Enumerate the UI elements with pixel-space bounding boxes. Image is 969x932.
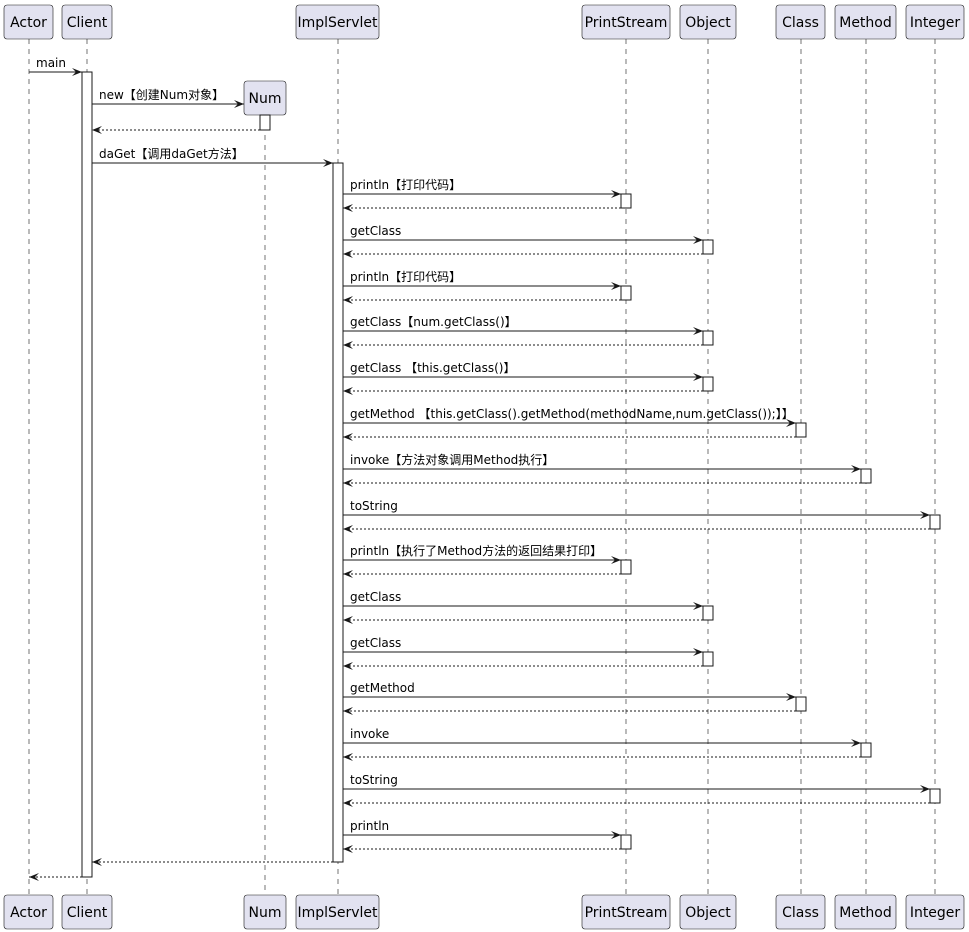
activation-bar — [860, 468, 872, 484]
activation-bar — [620, 559, 632, 575]
participant-label-bottom: Actor — [10, 905, 47, 921]
message-label: invoke【方法对象调用Method执行】 — [350, 452, 554, 467]
participant-label-bottom: Class — [782, 905, 819, 921]
arrow-head — [343, 525, 353, 533]
message-label: new【创建Num对象】 — [99, 88, 224, 102]
activation-bar — [332, 162, 344, 863]
activation-bar — [702, 605, 714, 621]
activation-bar — [702, 330, 714, 346]
arrow-head — [92, 126, 102, 134]
message-label: toString — [350, 773, 398, 787]
message-label: getMethod 【this.getClass().getMethod(met… — [350, 407, 794, 421]
message-label: println【打印代码】 — [350, 270, 461, 284]
participant-label-top: Object — [685, 15, 731, 31]
sequence-diagram: Actor Actor Client Client Num Num ImplServlet I… — [3, 4, 965, 930]
participant-label-bottom: Integer — [910, 905, 961, 921]
activation-bar — [795, 696, 807, 712]
participant-label-top: PrintStream — [585, 15, 668, 31]
activation-bar — [929, 514, 941, 530]
message-label: main — [36, 56, 66, 70]
message-label: getClass — [350, 590, 401, 604]
activation-bar — [702, 239, 714, 255]
message-label: daGet【调用daGet方法】 — [99, 146, 244, 161]
message-label: getClass 【this.getClass()】 — [350, 361, 515, 375]
message-label: getClass — [350, 224, 401, 238]
arrow-head — [343, 250, 353, 258]
participant-label-top: Actor — [10, 15, 47, 31]
participant-label-bottom: Client — [67, 905, 108, 921]
participant-label-top: Integer — [910, 15, 961, 31]
message-label: getClass — [350, 636, 401, 650]
arrow-head — [343, 799, 353, 807]
arrow-head — [343, 616, 353, 624]
message-label: toString — [350, 499, 398, 513]
message-label: println【打印代码】 — [350, 178, 461, 192]
participant-label-bottom: Method — [839, 905, 892, 921]
participant-label-bottom: Num — [249, 905, 282, 921]
participant-label-bottom: Object — [685, 905, 731, 921]
activation-bar — [81, 71, 93, 878]
message-label: println — [350, 819, 389, 833]
activation-bar — [620, 193, 632, 209]
message-label: println【执行了Method方法的返回结果打印】 — [350, 543, 602, 558]
activation-bar — [795, 422, 807, 438]
arrow-head — [343, 662, 353, 670]
activation-bar — [929, 788, 941, 804]
activation-bar — [620, 285, 632, 301]
participant-label-top: Client — [67, 15, 108, 31]
arrow-head — [343, 387, 353, 395]
message-label: getClass【num.getClass()】 — [350, 315, 517, 329]
participant-label-top: ImplServlet — [297, 15, 378, 31]
message-label: getMethod — [350, 681, 415, 695]
activation-bar — [702, 651, 714, 667]
participant-label-bottom: ImplServlet — [297, 905, 378, 921]
activation-bar — [702, 376, 714, 392]
arrow-head — [343, 341, 353, 349]
activation-bar — [860, 742, 872, 758]
participant-label-top: Num — [249, 91, 282, 107]
participant-label-top: Class — [782, 15, 819, 31]
activation-bar — [259, 114, 271, 131]
activation-bar — [620, 834, 632, 850]
participant-label-top: Method — [839, 15, 892, 31]
message-label: invoke — [350, 727, 389, 741]
participant-label-bottom: PrintStream — [585, 905, 668, 921]
